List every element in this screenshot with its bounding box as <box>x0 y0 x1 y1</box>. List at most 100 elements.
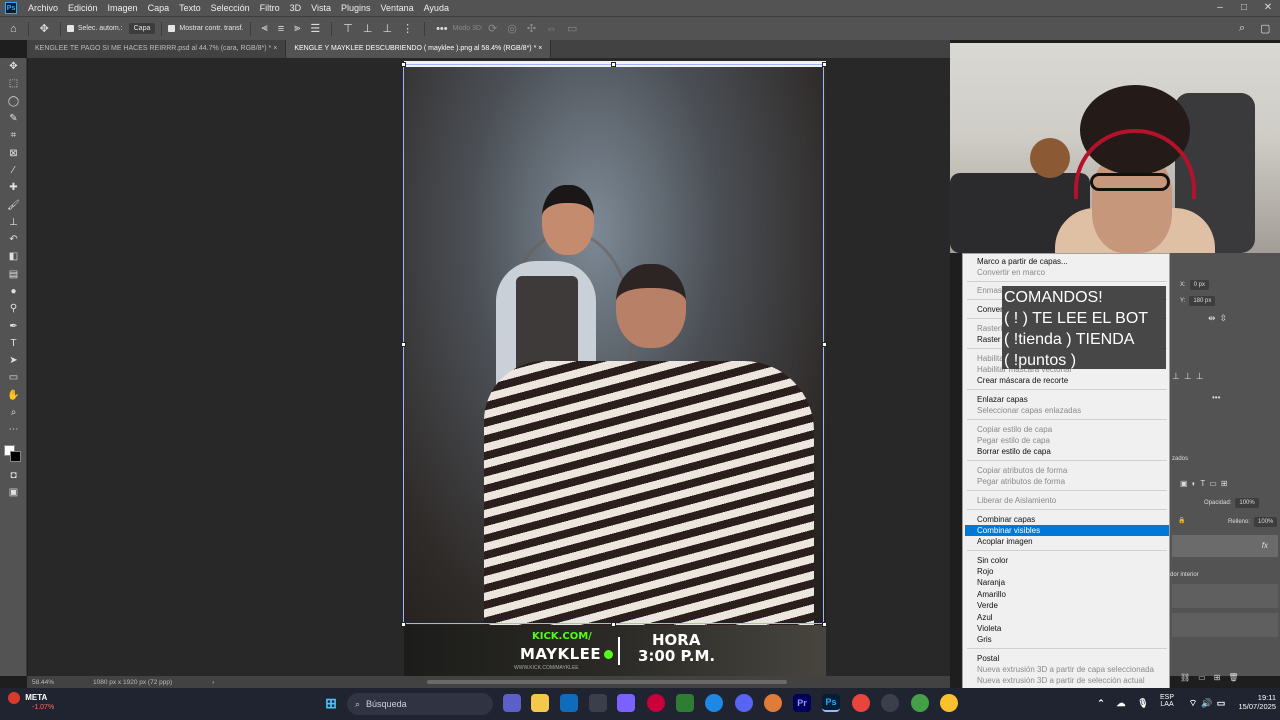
align-icons[interactable]: ⊥ ⊥ ⊥ <box>1172 371 1204 382</box>
align-right-icon[interactable]: ⫸ <box>294 22 300 35</box>
menu-texto[interactable]: Texto <box>174 3 206 13</box>
menu-vista[interactable]: Vista <box>306 3 336 13</box>
move-tool-icon[interactable]: ✥ <box>0 58 27 75</box>
distribute-vertical-icon[interactable]: ⋮ <box>402 22 413 35</box>
menu-item-green[interactable]: Verde <box>977 600 998 611</box>
taskbar-search[interactable]: ⌕ Búsqueda <box>347 693 493 715</box>
path-select-tool-icon[interactable]: ➤ <box>0 352 27 369</box>
file-explorer-icon[interactable] <box>531 694 549 712</box>
layer-filter-icons[interactable]: ▣ ◐ T ▭ ⊞ <box>1180 479 1228 488</box>
pen-tool-icon[interactable]: ✒ <box>0 317 27 334</box>
workspace-icon[interactable]: ▢ <box>1260 22 1270 35</box>
delete-layer-icon[interactable]: 🗑 <box>1228 673 1238 682</box>
smart-filter-icon[interactable]: ⊞ <box>1221 479 1228 488</box>
blur-tool-icon[interactable]: ● <box>0 283 27 300</box>
layer-effects-icon[interactable]: fx <box>1262 541 1268 550</box>
transform-handle[interactable] <box>822 622 827 627</box>
align-center-icon[interactable]: ≡ <box>278 23 284 35</box>
align-middle-icon[interactable]: ⊥ <box>363 22 373 35</box>
app-icon[interactable] <box>676 694 694 712</box>
color-swatches[interactable] <box>0 439 27 467</box>
quick-mask-icon[interactable]: ◘ <box>0 467 27 484</box>
language-indicator[interactable]: ESP LAA <box>1160 694 1174 708</box>
horizontal-scrollbar[interactable] <box>427 680 787 684</box>
more-options-icon[interactable]: ••• <box>1212 393 1220 402</box>
menu-item-orange[interactable]: Naranja <box>977 577 1005 588</box>
menu-item-violet[interactable]: Violeta <box>977 623 1001 634</box>
show-transform-checkbox[interactable] <box>168 25 176 32</box>
align-left-icon[interactable]: ⫷ <box>262 22 268 35</box>
crop-tool-icon[interactable]: ⌗ <box>0 127 27 144</box>
transform-handle[interactable] <box>401 342 406 347</box>
opera-icon[interactable] <box>647 694 665 712</box>
layers-tab-label[interactable]: zados <box>1172 456 1188 462</box>
distribute-icon[interactable]: ⊥ <box>1184 371 1192 382</box>
maximize-button[interactable]: □ <box>1232 0 1256 16</box>
y-value[interactable]: 180 px <box>1189 296 1216 306</box>
transform-handle[interactable] <box>401 622 406 627</box>
menu-item-red[interactable]: Rojo <box>977 566 993 577</box>
zoom-level[interactable]: 58.44% <box>32 679 87 686</box>
quick-select-tool-icon[interactable]: ✎ <box>0 110 27 127</box>
gradient-tool-icon[interactable]: ▤ <box>0 266 27 283</box>
image-filter-icon[interactable]: ▣ <box>1180 479 1188 488</box>
menu-item-frame-from-layers[interactable]: Marco a partir de capas... <box>977 256 1068 267</box>
minimize-button[interactable]: – <box>1208 0 1232 16</box>
edge-icon[interactable] <box>705 694 723 712</box>
chrome-icon[interactable] <box>852 694 870 712</box>
tab-document-1[interactable]: KENGLEE TE PAGO SI ME HACES REIRRR.psd a… <box>27 40 287 58</box>
menu-item-flatten-image[interactable]: Acoplar imagen <box>977 536 1033 547</box>
premiere-icon[interactable]: Pr <box>793 694 811 712</box>
healing-tool-icon[interactable]: ✚ <box>0 179 27 196</box>
zoom-tool-icon[interactable]: ⌕ <box>0 404 27 421</box>
app-icon[interactable] <box>764 694 782 712</box>
menu-ayuda[interactable]: Ayuda <box>419 3 454 13</box>
clock[interactable]: 19:11 15/07/2025 <box>1232 693 1276 711</box>
transform-bounding-box[interactable] <box>403 64 824 624</box>
more-tools-icon[interactable]: ⋯ <box>0 421 27 438</box>
screen-mode-icon[interactable]: ▣ <box>0 484 27 501</box>
close-icon[interactable]: × <box>538 45 542 52</box>
transform-handle[interactable] <box>822 62 827 67</box>
shape-filter-icon[interactable]: ▭ <box>1209 479 1217 488</box>
transform-handle[interactable] <box>611 62 616 67</box>
microphone-icon[interactable]: 🎙 <box>1134 694 1152 712</box>
layer-row[interactable] <box>1172 613 1278 637</box>
auto-select-checkbox[interactable] <box>66 25 74 32</box>
chrome-profile-icon[interactable] <box>940 694 958 712</box>
menu-item-yellow[interactable]: Amarillo <box>977 589 1006 600</box>
background-color-swatch[interactable] <box>10 450 21 462</box>
menu-item-no-color[interactable]: Sin color <box>977 555 1008 566</box>
eyedropper-tool-icon[interactable]: ⁄ <box>0 162 27 179</box>
store-icon[interactable] <box>589 694 607 712</box>
stock-widget[interactable]: META -1.07% <box>8 692 54 711</box>
hand-tool-icon[interactable]: ✋ <box>0 387 27 404</box>
dodge-tool-icon[interactable]: ⚲ <box>0 300 27 317</box>
opacity-field[interactable]: Opacidad: 100% <box>1204 498 1259 508</box>
menu-item-clipping-mask[interactable]: Crear máscara de recorte <box>977 375 1068 386</box>
type-tool-icon[interactable]: T <box>0 335 27 352</box>
auto-select-target-dropdown[interactable]: Capa <box>128 23 156 34</box>
tray-expand-icon[interactable]: ⌃ <box>1092 694 1110 712</box>
y-position-field[interactable]: Y: 180 px <box>1180 296 1216 306</box>
opacity-value[interactable]: 100% <box>1235 498 1259 508</box>
tab-document-2[interactable]: KENGLE Y MAYKLEE DESCUBRIENDO ( mayklee … <box>286 40 552 58</box>
cloud-icon[interactable]: ☁ <box>1112 694 1130 712</box>
menu-capa[interactable]: Capa <box>143 3 175 13</box>
align-bottom-icon[interactable]: ⊥ <box>1172 371 1180 382</box>
history-brush-icon[interactable]: ↶ <box>0 231 27 248</box>
shape-tool-icon[interactable]: ▭ <box>0 369 27 386</box>
layer-row[interactable] <box>1172 584 1278 608</box>
copilot-icon[interactable] <box>617 694 635 712</box>
lasso-tool-icon[interactable]: ◯ <box>0 93 27 110</box>
menu-item-gray[interactable]: Gris <box>977 634 992 645</box>
menu-filtro[interactable]: Filtro <box>255 3 285 13</box>
flip-vertical-icon[interactable]: ⇳ <box>1220 313 1228 324</box>
home-icon[interactable]: ⌂ <box>10 23 17 35</box>
flip-icons[interactable]: ⇹ ⇳ <box>1208 313 1227 324</box>
lock-icon[interactable]: 🔒 <box>1178 517 1185 524</box>
battery-icon[interactable]: ▭ <box>1212 694 1230 712</box>
transform-handle[interactable] <box>401 62 406 67</box>
menu-plugins[interactable]: Plugins <box>336 3 376 13</box>
menu-edicion[interactable]: Edición <box>63 3 103 13</box>
